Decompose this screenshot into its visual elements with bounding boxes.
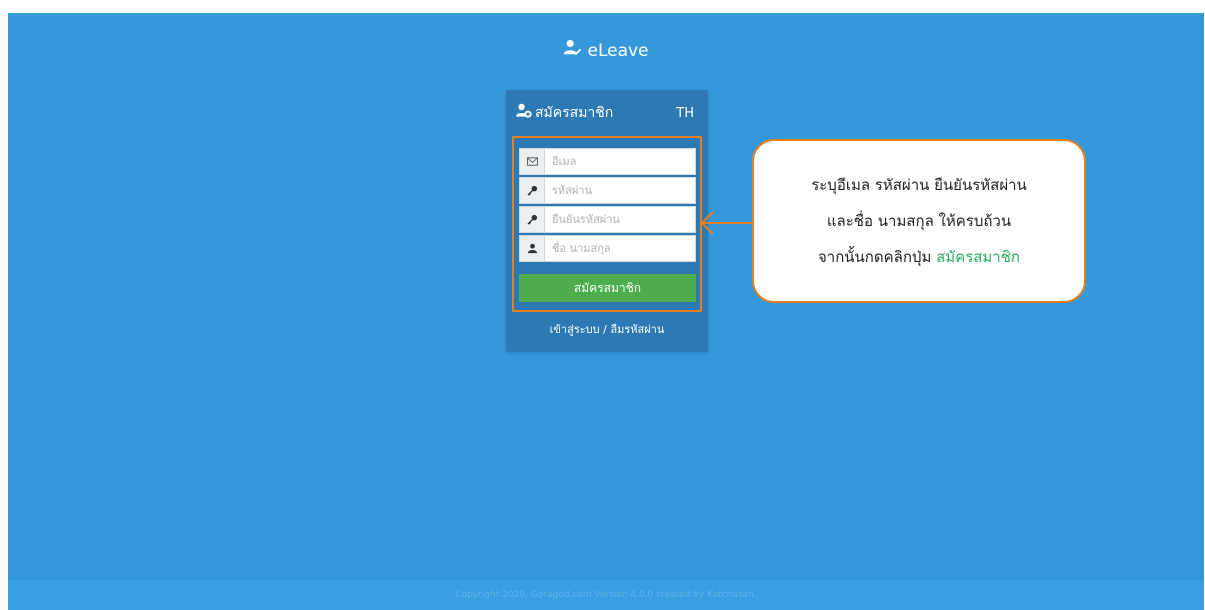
app-screen: eLeave สมัครสมาชิก TH อีเมล ชื่อ นามสกุล… <box>8 13 1204 610</box>
brand-name: eLeave <box>587 40 649 61</box>
panel-title-text: สมัครสมาชิก <box>535 105 614 121</box>
register-panel: สมัครสมาชิก TH อีเมล ชื่อ นามสกุล สมัครส… <box>506 90 708 352</box>
forgot-password-link[interactable]: ลืมรหัสผ่าน <box>610 323 664 336</box>
callout-highlight: สมัครสมาชิก <box>936 248 1020 266</box>
key-icon <box>520 178 545 203</box>
instruction-callout: ระบุอีเมล รหัสผ่าน ยืนยันรหัสผ่าน และชื่… <box>752 139 1086 303</box>
link-separator: / <box>603 323 607 336</box>
language-switch[interactable]: TH <box>676 106 694 121</box>
key-icon <box>520 207 545 232</box>
name-input[interactable] <box>545 236 695 261</box>
user-icon <box>520 236 545 261</box>
callout-line-3-prefix: จากนั้นกดคลิกปุ่ม <box>818 248 932 266</box>
user-plus-icon <box>516 103 532 123</box>
email-field <box>519 148 696 175</box>
email-input[interactable] <box>545 149 695 174</box>
panel-header: สมัครสมาชิก TH <box>506 90 708 136</box>
auth-links: เข้าสู่ระบบ / ลืมรหัสผ่าน <box>506 320 708 338</box>
panel-title: สมัครสมาชิก <box>516 102 613 124</box>
password-input[interactable] <box>545 178 695 203</box>
name-field <box>519 235 696 262</box>
brand-header: eLeave <box>8 39 1204 62</box>
copyright-text: Copyright 2020, Goragod.com Version 4.0.… <box>455 590 757 600</box>
callout-line-3: จากนั้นกดคลิกปุ่ม สมัครสมาชิก <box>818 245 1020 269</box>
confirm-password-field <box>519 206 696 233</box>
footer: Copyright 2020, Goragod.com Version 4.0.… <box>8 580 1204 610</box>
user-check-icon <box>563 39 582 62</box>
envelope-icon <box>520 149 545 174</box>
register-submit-button[interactable]: สมัครสมาชิก <box>519 274 696 302</box>
register-form: สมัครสมาชิก <box>512 136 702 312</box>
login-link[interactable]: เข้าสู่ระบบ <box>550 323 600 336</box>
callout-line-1: ระบุอีเมล รหัสผ่าน ยืนยันรหัสผ่าน <box>811 176 1027 194</box>
password-field <box>519 177 696 204</box>
callout-line-2: และชื่อ นามสกุล ให้ครบถ้วน <box>826 212 1012 230</box>
confirm-password-input[interactable] <box>545 207 695 232</box>
